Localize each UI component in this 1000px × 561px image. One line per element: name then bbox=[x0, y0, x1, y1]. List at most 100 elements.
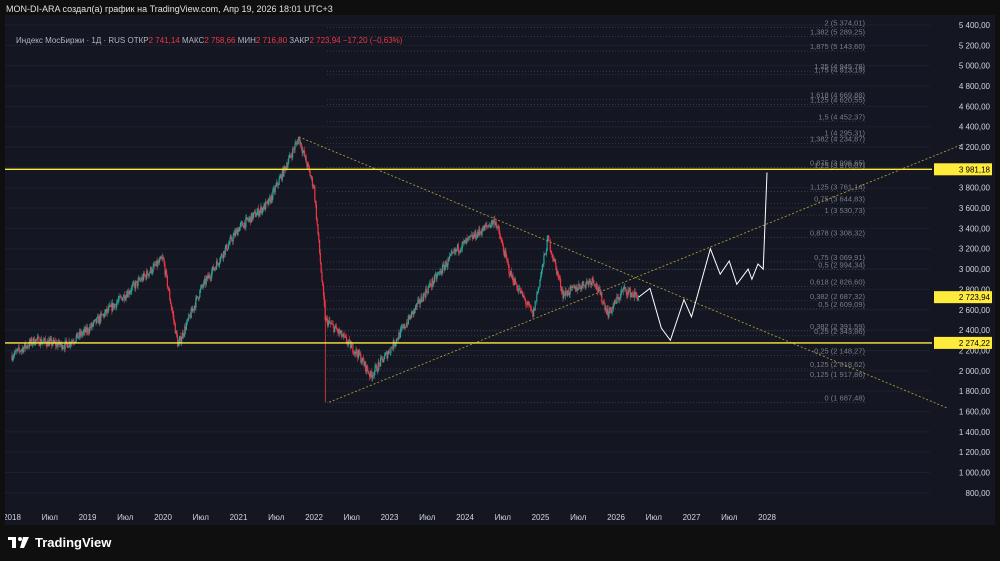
candle-body bbox=[450, 252, 452, 255]
candle-body bbox=[196, 296, 199, 298]
candle-body bbox=[259, 210, 261, 214]
candle-body bbox=[498, 226, 500, 230]
candle-body bbox=[521, 291, 524, 297]
level-price-label: 3 981,18 bbox=[959, 165, 991, 174]
candle-body bbox=[130, 291, 132, 293]
author-line: MON-DI-ARA создал(а) график на TradingVi… bbox=[6, 4, 333, 14]
candle-body bbox=[161, 258, 163, 259]
last-price-label: 2 723,94 bbox=[959, 293, 991, 302]
candle-body bbox=[218, 264, 220, 265]
x-tick-label: 2028 bbox=[758, 513, 776, 522]
candle-body bbox=[205, 278, 207, 285]
candle-body bbox=[438, 271, 440, 273]
candle-body bbox=[173, 320, 176, 324]
candle-body bbox=[433, 281, 435, 285]
candle-body bbox=[228, 243, 230, 245]
candle-body bbox=[172, 311, 174, 315]
candle-body bbox=[506, 259, 509, 262]
candle-body bbox=[116, 301, 119, 303]
candle-body bbox=[549, 241, 551, 251]
candle-body bbox=[137, 279, 139, 286]
candle-body bbox=[463, 241, 465, 243]
candle-body bbox=[422, 293, 425, 302]
candle-body bbox=[23, 347, 25, 353]
y-tick-label: 2 400,00 bbox=[959, 326, 991, 335]
candle-body bbox=[158, 259, 161, 263]
fib-level-label: 1 (3 530,73) bbox=[825, 206, 866, 215]
candle-body bbox=[536, 291, 539, 295]
symbol-label[interactable]: Индекс МосБиржи · 1Д · RUS bbox=[16, 36, 125, 45]
candle-body bbox=[167, 286, 169, 290]
candle-body bbox=[441, 272, 443, 274]
candle-body bbox=[529, 303, 531, 307]
candle-body bbox=[345, 337, 348, 343]
candle-body bbox=[314, 186, 316, 201]
candle-body bbox=[569, 286, 571, 295]
candle-body bbox=[490, 224, 492, 228]
candle-body bbox=[630, 293, 632, 298]
candle-body bbox=[343, 334, 345, 336]
y-tick-label: 3 600,00 bbox=[959, 204, 991, 213]
y-tick-label: 5 200,00 bbox=[959, 41, 991, 50]
low-value: 2 716,80 bbox=[255, 36, 288, 45]
price-chart[interactable]: 5 400,00 5 200,00 5 000,00 4 800,00 4 600,00… bbox=[5, 15, 995, 525]
candle-body bbox=[38, 337, 40, 346]
candle-body bbox=[499, 235, 501, 240]
candle-body bbox=[637, 297, 639, 301]
candle-body bbox=[316, 219, 318, 225]
candle-body bbox=[447, 258, 449, 266]
trendline bbox=[298, 136, 949, 409]
candle-body bbox=[210, 277, 212, 279]
candle-body bbox=[169, 290, 171, 300]
candle-body bbox=[242, 222, 244, 227]
candle-body bbox=[13, 353, 15, 357]
candle-body bbox=[318, 233, 320, 240]
candle-body bbox=[636, 292, 638, 297]
candle-body bbox=[323, 295, 325, 306]
y-tick-label: 2 000,00 bbox=[959, 367, 991, 376]
candle-body bbox=[320, 262, 322, 273]
candle-body bbox=[131, 284, 134, 287]
candle-body bbox=[537, 287, 539, 292]
candle-body bbox=[523, 295, 525, 298]
candle-body bbox=[548, 235, 550, 241]
candle-body bbox=[341, 330, 343, 337]
candle-body bbox=[565, 290, 567, 294]
candle-body bbox=[198, 297, 200, 300]
candle-body bbox=[275, 185, 277, 187]
high-value: 2 758,66 bbox=[204, 36, 236, 45]
x-tick-label: Июл bbox=[344, 513, 361, 522]
candle-body bbox=[288, 158, 290, 163]
candle-body bbox=[350, 344, 352, 349]
candle-body bbox=[252, 214, 254, 220]
candle-body bbox=[18, 347, 20, 351]
candle-body bbox=[632, 293, 634, 296]
candle-body bbox=[93, 320, 96, 322]
candle-body bbox=[577, 289, 579, 291]
candle-body bbox=[397, 339, 399, 340]
candle-body bbox=[590, 282, 593, 285]
candle-body bbox=[227, 248, 229, 251]
candle-body bbox=[149, 272, 151, 274]
candle-body bbox=[246, 217, 249, 220]
candle-body bbox=[625, 289, 627, 295]
candle-body bbox=[496, 226, 498, 228]
x-tick-label: 2027 bbox=[683, 513, 701, 522]
candle-body bbox=[592, 277, 594, 281]
candle-body bbox=[327, 321, 329, 326]
candle-body bbox=[93, 321, 95, 325]
candle-body bbox=[525, 299, 527, 304]
candle-body bbox=[487, 226, 490, 227]
chart-area[interactable]: 5 400,00 5 200,00 5 000,00 4 800,00 4 600,00… bbox=[5, 15, 995, 525]
x-tick-label: Июл bbox=[193, 513, 210, 522]
fib-level-label: 1,5 (4 452,37) bbox=[818, 112, 865, 121]
candle-body bbox=[124, 298, 126, 300]
candle-body bbox=[572, 285, 574, 287]
tradingview-logo[interactable]: TradingView bbox=[8, 535, 111, 550]
fib-level-label: 0,125 (2 018,62) bbox=[810, 360, 866, 369]
candle-body bbox=[580, 288, 582, 290]
candle-body bbox=[104, 312, 106, 317]
candle-body bbox=[219, 261, 221, 265]
candle-body bbox=[297, 139, 299, 145]
high-label: МАКС bbox=[181, 36, 205, 45]
